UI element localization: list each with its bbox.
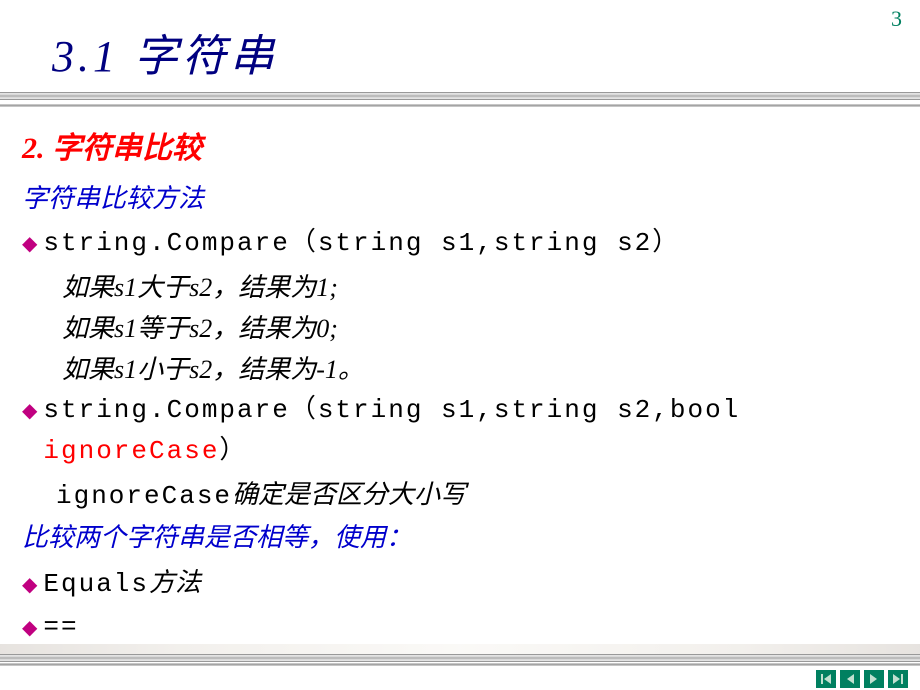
title-area: 3.1 字符串 bbox=[0, 0, 920, 92]
result-greater: 如果s1大于s2，结果为1; bbox=[22, 267, 898, 308]
ignorecase-desc: ignoreCase确定是否区分大小写 bbox=[22, 474, 898, 517]
equals-text: Equals方法 bbox=[43, 562, 201, 605]
sig-before: string.Compare（string s1,string s2,bool bbox=[43, 395, 740, 425]
compare-signature-2: ◆ string.Compare（string s1,string s2,boo… bbox=[22, 390, 898, 472]
eq-op-text: == bbox=[43, 607, 78, 648]
diamond-icon: ◆ bbox=[22, 229, 37, 259]
ignorecase-rest: 确定是否区分大小写 bbox=[232, 480, 466, 509]
diamond-icon: ◆ bbox=[22, 613, 37, 643]
bullet-eq-operator: ◆ == bbox=[22, 607, 898, 648]
nav-button-group bbox=[816, 670, 908, 688]
result-less: 如果s1小于s2，结果为-1。 bbox=[22, 349, 898, 390]
nav-prev-button[interactable] bbox=[840, 670, 860, 688]
slide-content: 2. 字符串比较 字符串比较方法 ◆ string.Compare（string… bbox=[0, 125, 920, 648]
next-icon bbox=[867, 672, 881, 686]
sig-after: ） bbox=[219, 436, 247, 466]
section-heading: 2. 字符串比较 bbox=[22, 125, 898, 172]
divider-top-thin bbox=[0, 104, 920, 107]
method-signature-text-2: string.Compare（string s1,string s2,bool … bbox=[43, 390, 898, 472]
result-equal: 如果s1等于s2，结果为0; bbox=[22, 308, 898, 349]
compare-signature-1: ◆ string.Compare（string s1,string s2） bbox=[22, 223, 898, 264]
diamond-icon: ◆ bbox=[22, 570, 37, 600]
subtitle-compare-methods: 字符串比较方法 bbox=[22, 178, 898, 219]
first-icon bbox=[819, 672, 833, 686]
divider-bottom bbox=[0, 654, 920, 662]
ignorecase-word: ignoreCase bbox=[56, 481, 232, 511]
bullet-equals-method: ◆ Equals方法 bbox=[22, 562, 898, 605]
nav-first-button[interactable] bbox=[816, 670, 836, 688]
last-icon bbox=[891, 672, 905, 686]
prev-icon bbox=[843, 672, 857, 686]
bottom-decoration bbox=[0, 644, 920, 654]
sig-ignorecase: ignoreCase bbox=[43, 436, 219, 466]
subtitle-equality: 比较两个字符串是否相等，使用： bbox=[22, 517, 898, 558]
slide-title: 3.1 字符串 bbox=[52, 20, 920, 84]
nav-next-button[interactable] bbox=[864, 670, 884, 688]
divider-bottom-thin bbox=[0, 663, 920, 666]
method-signature-text: string.Compare（string s1,string s2） bbox=[43, 223, 680, 264]
nav-last-button[interactable] bbox=[888, 670, 908, 688]
divider-top bbox=[0, 92, 920, 100]
page-number: 3 bbox=[891, 6, 902, 32]
diamond-icon: ◆ bbox=[22, 396, 37, 426]
